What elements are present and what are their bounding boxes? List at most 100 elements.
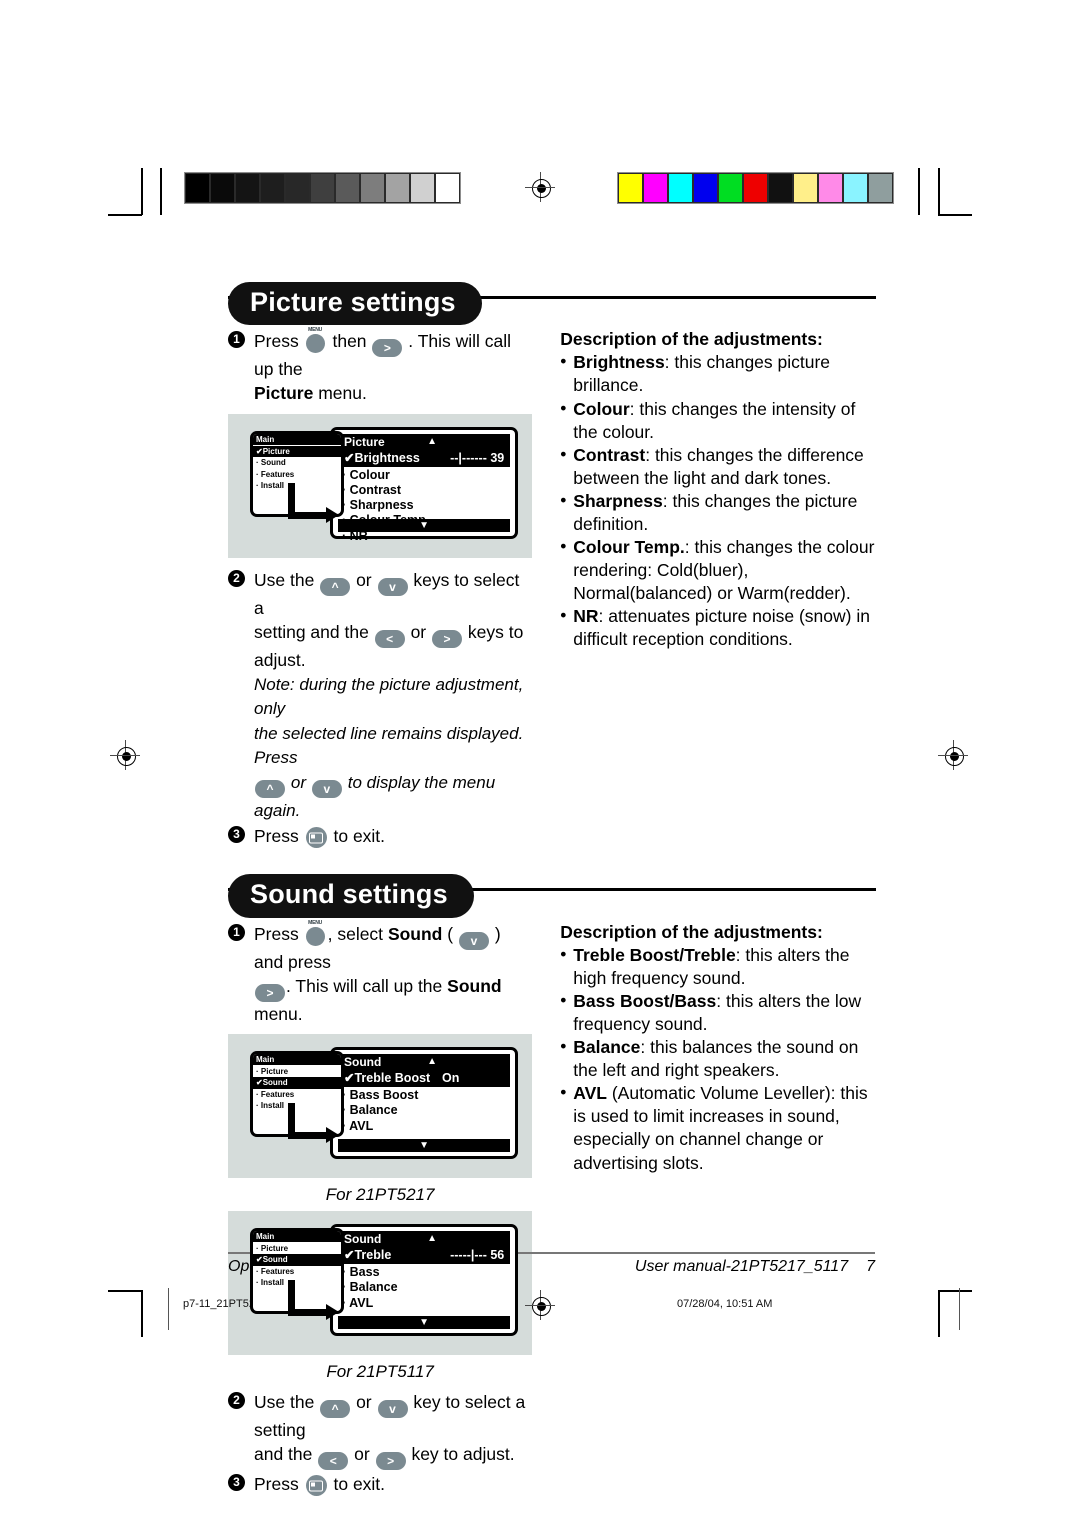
scroll-down-icon[interactable]: ▼ [338,1138,511,1152]
main-menu-item-label: Install [260,480,285,490]
sound-bold: Sound [447,975,502,996]
main-menu-item-features[interactable]: · Features [253,469,341,480]
description-item: Brightness: this changes picture brillan… [560,350,876,397]
color-swatch [693,173,718,203]
scroll-up-icon[interactable]: ▲ [427,435,437,449]
step-text: or [354,1444,370,1465]
step-text: or [356,1391,372,1412]
submenu-item-bass-boost[interactable]: · Bass Boost [338,1088,510,1103]
main-menu-item-label: Features [260,469,295,479]
submenu-item-list: · Bass Boost · Balance · AVL [338,1088,510,1134]
main-menu-item-sound[interactable]: ✔Sound [253,1254,341,1266]
down-arrow-key-icon[interactable]: v [458,931,489,950]
sound-right-column: Description of the adjustments: Treble B… [560,922,876,1499]
grayscale-swatch [410,173,435,203]
scroll-down-icon[interactable]: ▼ [338,518,511,532]
scroll-up-icon[interactable]: ▲ [427,1055,437,1069]
grayscale-swatch [260,173,285,203]
main-menu-box: Main ✔Picture · Sound · Features · Insta… [250,430,344,517]
down-arrow-key-icon[interactable]: v [377,1399,408,1418]
main-menu-item-label: Features [260,1089,295,1099]
submenu-item-avl[interactable]: · AVL [338,1119,510,1134]
right-arrow-key-icon[interactable]: > [372,339,403,358]
submenu-item-balance[interactable]: · Balance [338,1280,510,1295]
selected-row-label: ✔Treble Boost [344,1071,431,1086]
step-number: 3 [228,1474,245,1492]
scroll-up-icon[interactable]: ▲ [427,1232,437,1246]
submenu-item-avl[interactable]: · AVL [338,1296,510,1311]
up-arrow-key-icon[interactable]: ^ [255,779,285,798]
down-arrow-key-icon[interactable]: v [377,577,408,596]
crop-mark-top-left-h [108,214,142,216]
right-arrow-key-icon[interactable]: > [375,1452,406,1471]
main-menu-item-features[interactable]: · Features [253,1089,341,1100]
crop-mark-top-right-h [938,214,972,216]
main-menu-item-sound[interactable]: ✔Sound [253,1077,341,1089]
right-arrow-key-icon[interactable]: > [432,629,462,648]
sound-step-1: 1 Press MENU, select Sound ( v ) and pre… [228,920,532,1026]
main-menu-item-picture[interactable]: ✔Picture [253,445,341,458]
description-text: : attenuates picture noise (snow) in dif… [573,606,870,650]
main-menu-item-picture[interactable]: · Picture [253,1066,341,1077]
crop-mark-bottom-left-h [108,1290,142,1292]
description-term: Colour Temp. [573,537,685,558]
scroll-down-icon[interactable]: ▼ [338,1315,511,1329]
main-menu-item-features[interactable]: · Features [253,1266,341,1277]
step-text: ( [447,923,454,944]
up-arrow-key-icon[interactable]: ^ [320,577,351,596]
right-arrow-key-icon[interactable]: > [255,983,285,1002]
selected-row-label: ✔Treble [344,1248,392,1263]
menu-button-icon[interactable]: MENU [305,327,325,354]
submenu-item-contrast[interactable]: · Contrast [338,483,510,498]
left-arrow-key-icon[interactable]: < [374,629,405,648]
left-arrow-key-icon[interactable]: < [318,1452,349,1471]
submenu-item-colour[interactable]: · Colour [338,468,510,483]
submenu-item-bass[interactable]: · Bass [338,1265,510,1280]
main-menu-item-install[interactable]: · Install [253,1100,341,1111]
crop-mark-top-left-v [141,168,143,215]
step-text: to exit. [333,1474,386,1495]
picture-step-2: 2 Use the ^ or v keys to select a settin… [228,568,532,823]
color-swatch [793,173,818,203]
grayscale-swatch [310,173,335,203]
up-arrow-key-icon[interactable]: ^ [320,1399,351,1418]
color-calibration-bar [617,172,894,204]
description-term: Treble Boost/Treble [573,944,736,965]
sound-left-column: 1 Press MENU, select Sound ( v ) and pre… [228,920,533,1499]
exit-button-icon[interactable] [305,827,327,849]
down-arrow-key-icon[interactable]: v [311,779,342,798]
submenu-selected-row[interactable]: ✔Treble Boost On [338,1070,511,1087]
picture-step-3: 3 Press to exit. [228,824,532,849]
picture-menu-figure: Main ✔Picture · Sound · Features · Insta… [228,413,533,558]
sound-description-list: Treble Boost/Treble: this alters the hig… [560,943,876,1175]
step-text: , select [327,923,384,944]
document-page: Picture settings 1 Press MENU then > . T… [0,0,1080,1528]
submenu-selected-row[interactable]: ✔Brightness --|------ 39 [338,449,511,467]
crop-mark-top-right-v2 [918,168,920,215]
submenu-item-list: · Colour · Contrast · Sharpness · Colour… [338,468,510,544]
menu-button-icon[interactable]: MENU [305,920,325,946]
color-swatch [843,173,868,203]
grayscale-swatch [385,173,410,203]
step-number: 3 [228,826,245,844]
step-text: or [356,569,372,590]
main-menu-item-install[interactable]: · Install [253,1277,341,1288]
submenu-item-balance[interactable]: · Balance [338,1103,510,1118]
main-menu-item-picture[interactable]: · Picture [253,1243,341,1254]
submenu-selected-row[interactable]: ✔Treble -----|--- 56 [338,1247,511,1264]
main-menu-item-install[interactable]: · Install [253,480,341,491]
main-menu-box: Main · Picture ✔Sound · Features · Insta… [250,1050,344,1137]
submenu-item-sharpness[interactable]: · Sharpness [338,498,510,513]
exit-button-icon[interactable] [305,1475,327,1497]
main-menu-item-label: Picture [260,1067,289,1077]
figure-inner: Main · Picture ✔Sound · Features · Insta… [242,1046,519,1165]
picture-step-1: 1 Press MENU then > . This will call up … [228,327,532,405]
footer-page-number: 7 [866,1258,875,1275]
brightness-slider-value: --|------ 39 [450,450,505,465]
step-number: 1 [228,331,245,349]
picture-right-column: Description of the adjustments: Brightne… [560,329,876,850]
registration-mark-top [525,172,555,202]
registration-mark-right [938,740,968,770]
picture-settings-title-row: Picture settings [228,282,876,326]
main-menu-item-sound[interactable]: · Sound [253,457,341,468]
